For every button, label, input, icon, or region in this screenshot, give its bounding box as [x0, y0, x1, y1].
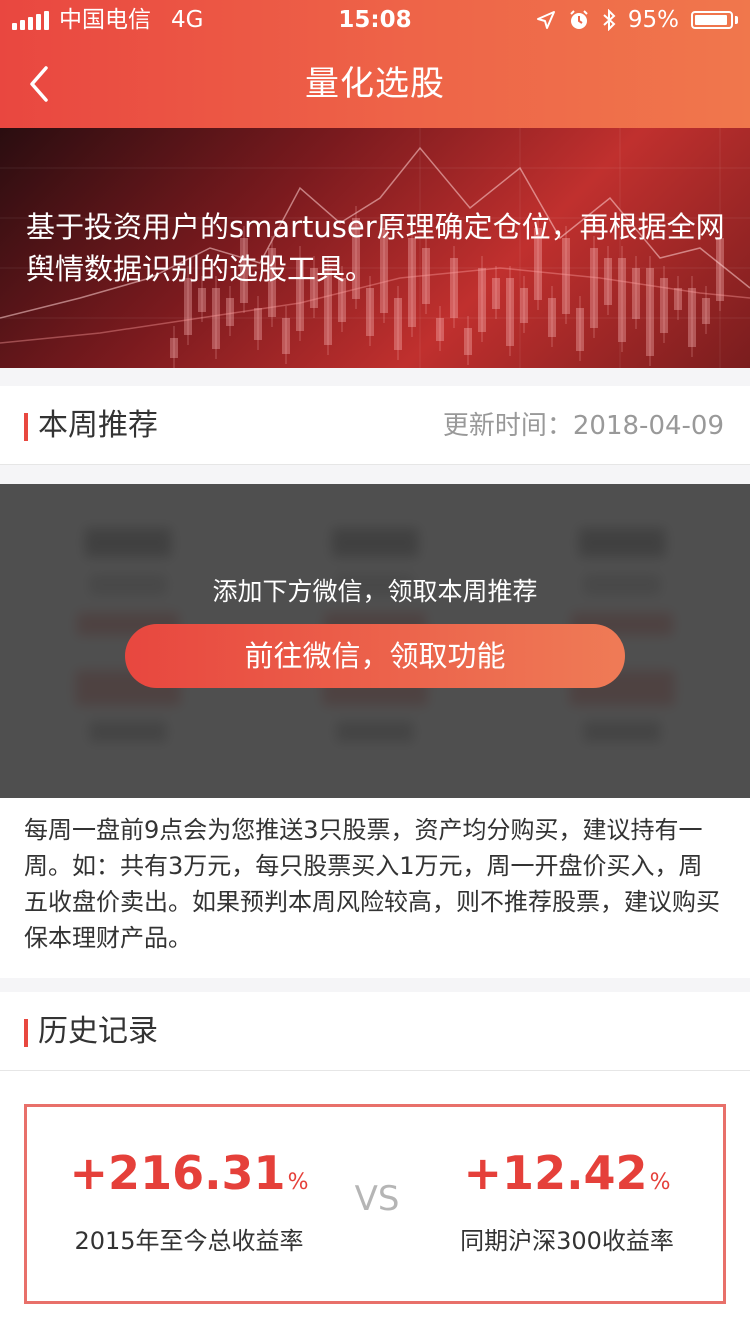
update-label: 更新时间： [442, 411, 573, 441]
location-icon [536, 11, 555, 29]
locked-recommendation: ▇▇▇▇▇▇▇▇▇▇▇▇▇▇▇ ▇▇▇▇▇▇▇▇▇ ▇▇▇▇▇▇▇▇▇▇▇▇▇▇… [0, 484, 750, 798]
section-marker [24, 1019, 28, 1047]
weekly-header: 本周推荐 更新时间：2018-04-09 [0, 386, 750, 465]
return-comparison: +216.31% 2015年至今总收益率 VS +12.42% 同期沪深300收… [24, 1104, 726, 1304]
benchmark-return: +12.42% 同期沪深300收益率 [425, 1145, 709, 1256]
lock-tip: 添加下方微信，领取本周推荐 [212, 577, 538, 606]
battery-icon [691, 11, 738, 29]
benchmark-return-caption: 同期沪深300收益率 [460, 1227, 674, 1255]
section-marker [24, 413, 28, 441]
go-wechat-button[interactable]: 前往微信，领取功能 [125, 624, 625, 688]
benchmark-return-value: +12.42 [463, 1146, 648, 1200]
total-return-caption: 2015年至今总收益率 [74, 1227, 304, 1255]
page-title: 量化选股 [305, 64, 445, 104]
history-section: 历史记录 +216.31% 2015年至今总收益率 VS +12.42% 同期沪… [0, 992, 750, 1334]
total-return: +216.31% 2015年至今总收益率 [47, 1145, 331, 1256]
header: 中国电信 4G 15:08 95% 量化选股 [0, 0, 750, 128]
intro-banner: 基于投资用户的smartuser原理确定仓位，再根据全网舆情数据识别的选股工具。 [0, 128, 750, 368]
benchmark-return-unit: % [649, 1170, 671, 1195]
weekly-title: 本周推荐 [38, 408, 158, 443]
history-title: 历史记录 [38, 1014, 158, 1049]
vs-label: VS [354, 1179, 400, 1219]
alarm-icon [570, 10, 588, 29]
battery-percent: 95% [627, 7, 679, 33]
bluetooth-icon [603, 9, 616, 31]
total-return-value: +216.31 [69, 1146, 286, 1200]
weekly-description: 每周一盘前9点会为您推送3只股票，资产均分购买，建议持有一周。如：共有3万元，每… [24, 816, 720, 952]
status-bar: 中国电信 4G 15:08 95% [0, 0, 750, 40]
nav-bar: 量化选股 [0, 40, 750, 128]
status-right: 95% [536, 0, 738, 40]
update-date: 2018-04-09 [572, 411, 724, 441]
history-header: 历史记录 [0, 992, 750, 1071]
update-time: 更新时间：2018-04-09 [443, 386, 724, 466]
banner-description: 基于投资用户的smartuser原理确定仓位，再根据全网舆情数据识别的选股工具。 [26, 210, 725, 286]
total-return-unit: % [287, 1170, 309, 1195]
weekly-section: 本周推荐 更新时间：2018-04-09 [0, 386, 750, 465]
weekly-description-card: 每周一盘前9点会为您推送3只股票，资产均分购买，建议持有一周。如：共有3万元，每… [0, 798, 750, 978]
